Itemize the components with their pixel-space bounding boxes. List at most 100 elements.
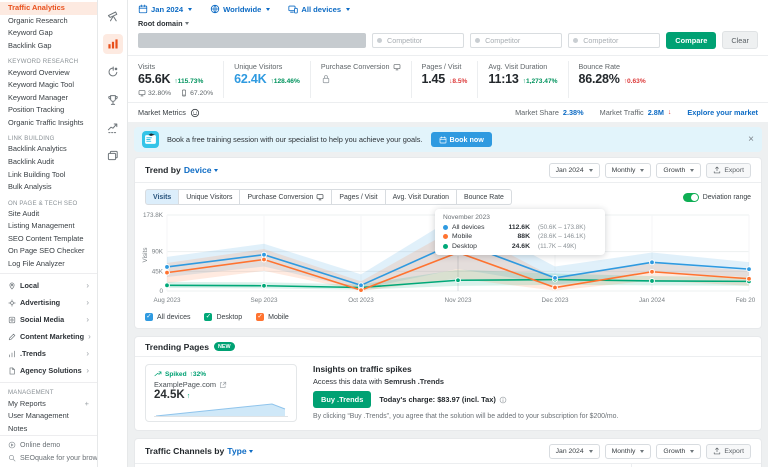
tab-label: Visits xyxy=(153,193,172,201)
svg-text:0: 0 xyxy=(159,288,163,295)
tab-label: Bounce Rate xyxy=(464,193,504,201)
export-label: Export xyxy=(724,447,744,455)
competitor-input-2[interactable] xyxy=(470,32,563,48)
tab-visits[interactable]: Visits xyxy=(145,189,180,205)
sidebar-item-site-audit[interactable]: Site Audit xyxy=(0,208,97,221)
legend-mobile[interactable]: ✓ Mobile xyxy=(256,313,289,321)
deviation-range-toggle[interactable] xyxy=(682,192,699,202)
magnifier-icon xyxy=(8,454,16,462)
sidebar-item-on-page-seo-checker[interactable]: On Page SEO Checker xyxy=(0,245,97,258)
sidebar-item-keyword-overview[interactable]: Keyword Overview xyxy=(0,66,97,79)
chevron-right-icon: › xyxy=(86,297,89,307)
sidebar-item-organic-traffic-insights[interactable]: Organic Traffic Insights xyxy=(0,117,97,130)
device-filter-dropdown[interactable]: All devices xyxy=(288,4,351,14)
sidebar-group-content-marketing[interactable]: Content Marketing › xyxy=(0,328,97,345)
legend-all-devices[interactable]: ✓ All devices xyxy=(145,313,190,321)
sidebar-item-keyword-gap[interactable]: Keyword Gap xyxy=(0,27,97,40)
dropdown-jan-2024[interactable]: Jan 2024 xyxy=(548,443,600,459)
location-filter-dropdown[interactable]: Worldwide xyxy=(210,4,271,14)
main-content: Jan 2024 Worldwide All devices Root doma… xyxy=(128,0,768,467)
checkbox-checked-icon[interactable]: ✓ xyxy=(145,313,153,321)
sidebar-group-advertising[interactable]: Advertising › xyxy=(0,294,97,311)
icon-rail xyxy=(98,0,128,467)
sidebar-item-keyword-manager[interactable]: Keyword Manager xyxy=(0,91,97,104)
dropdown-monthly[interactable]: Monthly xyxy=(604,162,652,178)
tooltip-row-desktop: Desktop 24.6K (11.7K – 49K) xyxy=(443,243,597,250)
sidebar-item-my-reports[interactable]: My Reports + xyxy=(0,397,97,410)
sidebar-item-traffic-analytics[interactable]: Traffic Analytics xyxy=(0,2,97,15)
chevron-down-icon xyxy=(266,7,271,11)
tab-unique-visitors[interactable]: Unique Visitors xyxy=(179,189,241,205)
sidebar-item-bulk-analysis[interactable]: Bulk Analysis xyxy=(0,181,97,194)
explore-market-link[interactable]: Explore your market xyxy=(687,108,758,117)
sidebar-group-agency-solutions[interactable]: Agency Solutions › xyxy=(0,362,97,379)
lock-icon xyxy=(321,74,401,84)
rail-telescope-icon[interactable] xyxy=(103,6,123,26)
sidebar-item-log-file-analyzer[interactable]: Log File Analyzer xyxy=(0,258,97,271)
competitor-input-3[interactable] xyxy=(568,32,661,48)
sidebar-item-notes[interactable]: Notes xyxy=(0,423,97,436)
competitor-input-1[interactable] xyxy=(372,32,465,48)
trend-chart[interactable]: 0 45K 90K 173.8K Aug 2023 Sep 2023 Oct 2023 Nov… xyxy=(135,207,763,311)
tab-avg-visit-duration[interactable]: Avg. Visit Duration xyxy=(385,189,457,205)
dropdown-monthly[interactable]: Monthly xyxy=(604,443,652,459)
external-link-icon xyxy=(220,381,227,388)
tab-purchase-conversion[interactable]: Purchase Conversion xyxy=(240,189,333,205)
channels-dimension-dropdown[interactable]: Type xyxy=(227,446,253,456)
sidebar-footer-seoquake-for-your-browser[interactable]: SEOquake for your browser xyxy=(0,451,97,464)
sidebar-item-seo-content-template[interactable]: SEO Content Template xyxy=(0,233,97,246)
date-filter-dropdown[interactable]: Jan 2024 xyxy=(138,4,193,14)
buy-trends-button[interactable]: Buy .Trends xyxy=(313,391,372,408)
sidebar-item-backlink-audit[interactable]: Backlink Audit xyxy=(0,156,97,169)
tab-label: Pages / Visit xyxy=(339,193,378,201)
rail-backlink-icon[interactable] xyxy=(103,62,123,82)
export-button[interactable]: Export xyxy=(706,162,751,178)
export-button[interactable]: Export xyxy=(706,443,751,459)
tooltip-title: November 2023 xyxy=(443,214,490,221)
clear-button[interactable]: Clear xyxy=(722,31,758,49)
rail-trophy-icon[interactable] xyxy=(103,90,123,110)
sidebar-item-position-tracking[interactable]: Position Tracking xyxy=(0,104,97,117)
book-now-button[interactable]: Book now xyxy=(430,132,492,147)
sidebar-item-listing-management[interactable]: Listing Management xyxy=(0,220,97,233)
trending-page-preview-card[interactable]: Spiked ↑32% ExamplePage.com 24.5K ↑ xyxy=(145,364,297,422)
checkbox-checked-icon[interactable]: ✓ xyxy=(256,313,265,321)
market-traffic: Market Traffic 2.8M ↓ xyxy=(599,108,672,117)
bars-icon xyxy=(9,350,15,358)
sidebar-item-organic-research[interactable]: Organic Research xyxy=(0,15,97,28)
trending-domain: ExamplePage.com xyxy=(154,380,288,389)
metric-label: Avg. Visit Duration xyxy=(488,62,548,71)
metric-purchase-conversion: Purchase Conversion xyxy=(311,61,412,98)
domain-inputs-row: Compare Clear xyxy=(138,31,758,49)
rail-trend-stairs-icon[interactable] xyxy=(103,118,123,138)
sidebar-group-local[interactable]: Local › xyxy=(0,277,97,294)
sidebar-item-link-building-tool[interactable]: Link Building Tool xyxy=(0,168,97,181)
metric-label: Pages / Visit xyxy=(421,62,462,71)
trend-dimension-dropdown[interactable]: Device xyxy=(184,165,218,175)
sidebar-item-keyword-magic-tool[interactable]: Keyword Magic Tool xyxy=(0,79,97,92)
rail-bar-chart-icon[interactable] xyxy=(102,34,123,54)
compare-button[interactable]: Compare xyxy=(666,31,717,49)
metric-delta: ↑128.46% xyxy=(270,78,300,85)
close-icon[interactable]: × xyxy=(748,134,754,144)
sidebar-footer-online-demo[interactable]: Online demo xyxy=(0,438,97,451)
legend-desktop[interactable]: ✓ Desktop xyxy=(204,313,242,321)
tab-bounce-rate[interactable]: Bounce Rate xyxy=(457,189,512,205)
rail-windows-icon[interactable] xyxy=(103,146,123,166)
checkbox-checked-icon[interactable]: ✓ xyxy=(204,313,213,321)
dropdown-growth[interactable]: Growth xyxy=(656,443,702,459)
market-metrics-toggle[interactable]: Market Metrics xyxy=(138,108,200,118)
plus-icon[interactable]: + xyxy=(85,399,89,408)
market-share-value[interactable]: 2.38% xyxy=(563,108,584,117)
dropdown-growth[interactable]: Growth xyxy=(656,162,702,178)
sidebar-item-backlink-analytics[interactable]: Backlink Analytics xyxy=(0,143,97,156)
tab-pages-visit[interactable]: Pages / Visit xyxy=(332,189,386,205)
dropdown-jan-2024[interactable]: Jan 2024 xyxy=(548,162,600,178)
root-domain-selector[interactable]: Root domain xyxy=(138,19,758,28)
sidebar-item-user-management[interactable]: User Management xyxy=(0,410,97,423)
sidebar-item-backlink-gap[interactable]: Backlink Gap xyxy=(0,40,97,53)
market-traffic-value[interactable]: 2.8M xyxy=(648,108,664,117)
root-domain-input[interactable] xyxy=(138,32,366,48)
sidebar-group-social-media[interactable]: Social Media › xyxy=(0,311,97,328)
sidebar-group-trends[interactable]: .Trends › xyxy=(0,345,97,362)
